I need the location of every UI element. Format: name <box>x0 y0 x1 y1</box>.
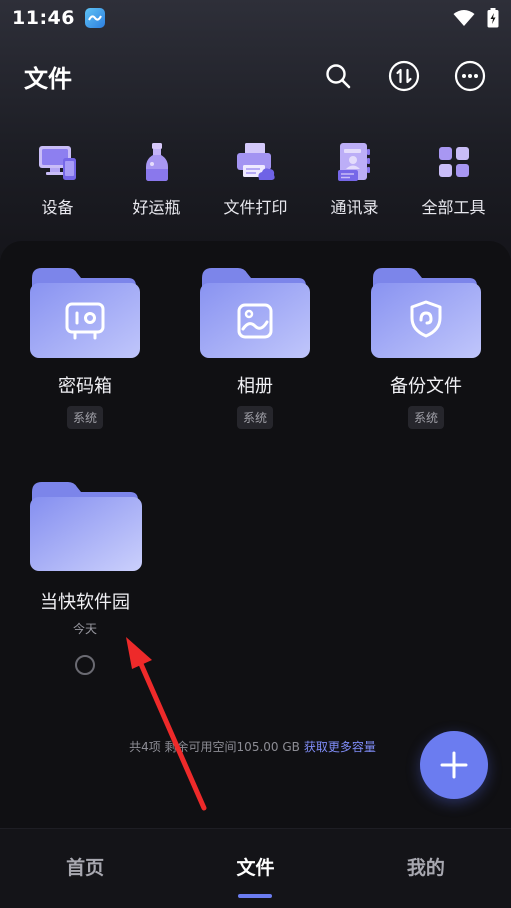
folder-name: 相册 <box>237 376 273 397</box>
folder-name: 备份文件 <box>390 376 462 397</box>
tool-device[interactable]: 设备 <box>12 140 104 220</box>
folder-date: 今天 <box>72 622 97 636</box>
printer-icon <box>236 143 275 180</box>
nav-mine[interactable]: 我的 <box>341 829 511 908</box>
notification-app-icon <box>84 8 105 28</box>
safe-icon <box>65 302 105 340</box>
search-button[interactable] <box>321 59 355 93</box>
nav-active-indicator <box>238 894 273 898</box>
page-title: 文件 <box>24 64 72 93</box>
nav-label: 首页 <box>66 857 105 879</box>
nav-home[interactable]: 首页 <box>0 829 170 908</box>
device-icon <box>38 146 76 180</box>
get-more-storage-link[interactable]: 获取更多容量 <box>304 740 376 754</box>
sort-icon <box>388 60 420 92</box>
folder-icon <box>30 480 142 572</box>
folder-album[interactable]: 相册 系统 <box>180 266 330 429</box>
folder-icon <box>371 266 481 358</box>
plus-icon <box>440 751 468 779</box>
folder-tag: 系统 <box>236 406 273 429</box>
tools-row: 设备 好运瓶 文件打印 通讯录 全部工具 <box>0 140 511 220</box>
shield-icon <box>410 300 442 338</box>
sort-button[interactable] <box>387 59 421 93</box>
storage-text: 共4项 剩余可用空间105.00 GB <box>129 740 300 754</box>
select-checkbox[interactable] <box>75 655 95 675</box>
tool-label: 好运瓶 <box>132 198 181 217</box>
folder-user[interactable]: 当快软件园 今天 <box>10 480 160 637</box>
folder-icon <box>200 266 310 358</box>
folder-name: 密码箱 <box>58 376 112 397</box>
all-tools-icon <box>438 147 469 177</box>
folder-icon <box>30 266 140 358</box>
add-button[interactable] <box>420 731 488 799</box>
tool-bottle[interactable]: 好运瓶 <box>111 140 203 220</box>
wifi-icon <box>453 10 475 26</box>
status-icons <box>453 8 499 28</box>
folder-name: 当快软件园 <box>40 592 130 613</box>
bottle-icon <box>145 143 168 181</box>
app-header: 文件 <box>0 50 511 102</box>
folder-backup[interactable]: 备份文件 系统 <box>351 266 501 429</box>
status-bar: 11:46 <box>0 0 511 36</box>
tool-print[interactable]: 文件打印 <box>210 140 302 220</box>
folder-tag: 系统 <box>66 406 103 429</box>
nav-label: 我的 <box>406 857 445 879</box>
status-time: 11:46 <box>12 7 75 29</box>
search-icon <box>326 64 351 89</box>
tool-label: 设备 <box>41 198 74 217</box>
more-icon <box>454 60 486 92</box>
tool-label: 文件打印 <box>223 198 288 217</box>
contacts-icon <box>337 143 370 181</box>
tool-all-tools[interactable]: 全部工具 <box>408 140 500 220</box>
photo-icon <box>237 303 273 339</box>
folder-tag: 系统 <box>407 406 444 429</box>
more-button[interactable] <box>453 59 487 93</box>
tool-contacts[interactable]: 通讯录 <box>309 140 401 220</box>
tool-label: 通讯录 <box>330 198 379 217</box>
bottom-nav: 首页 文件 我的 <box>0 828 511 908</box>
nav-label: 文件 <box>236 857 275 879</box>
battery-icon <box>487 8 499 28</box>
folder-safe[interactable]: 密码箱 系统 <box>10 266 160 429</box>
tool-label: 全部工具 <box>421 198 486 217</box>
nav-files[interactable]: 文件 <box>170 829 340 908</box>
header-actions <box>321 59 487 93</box>
